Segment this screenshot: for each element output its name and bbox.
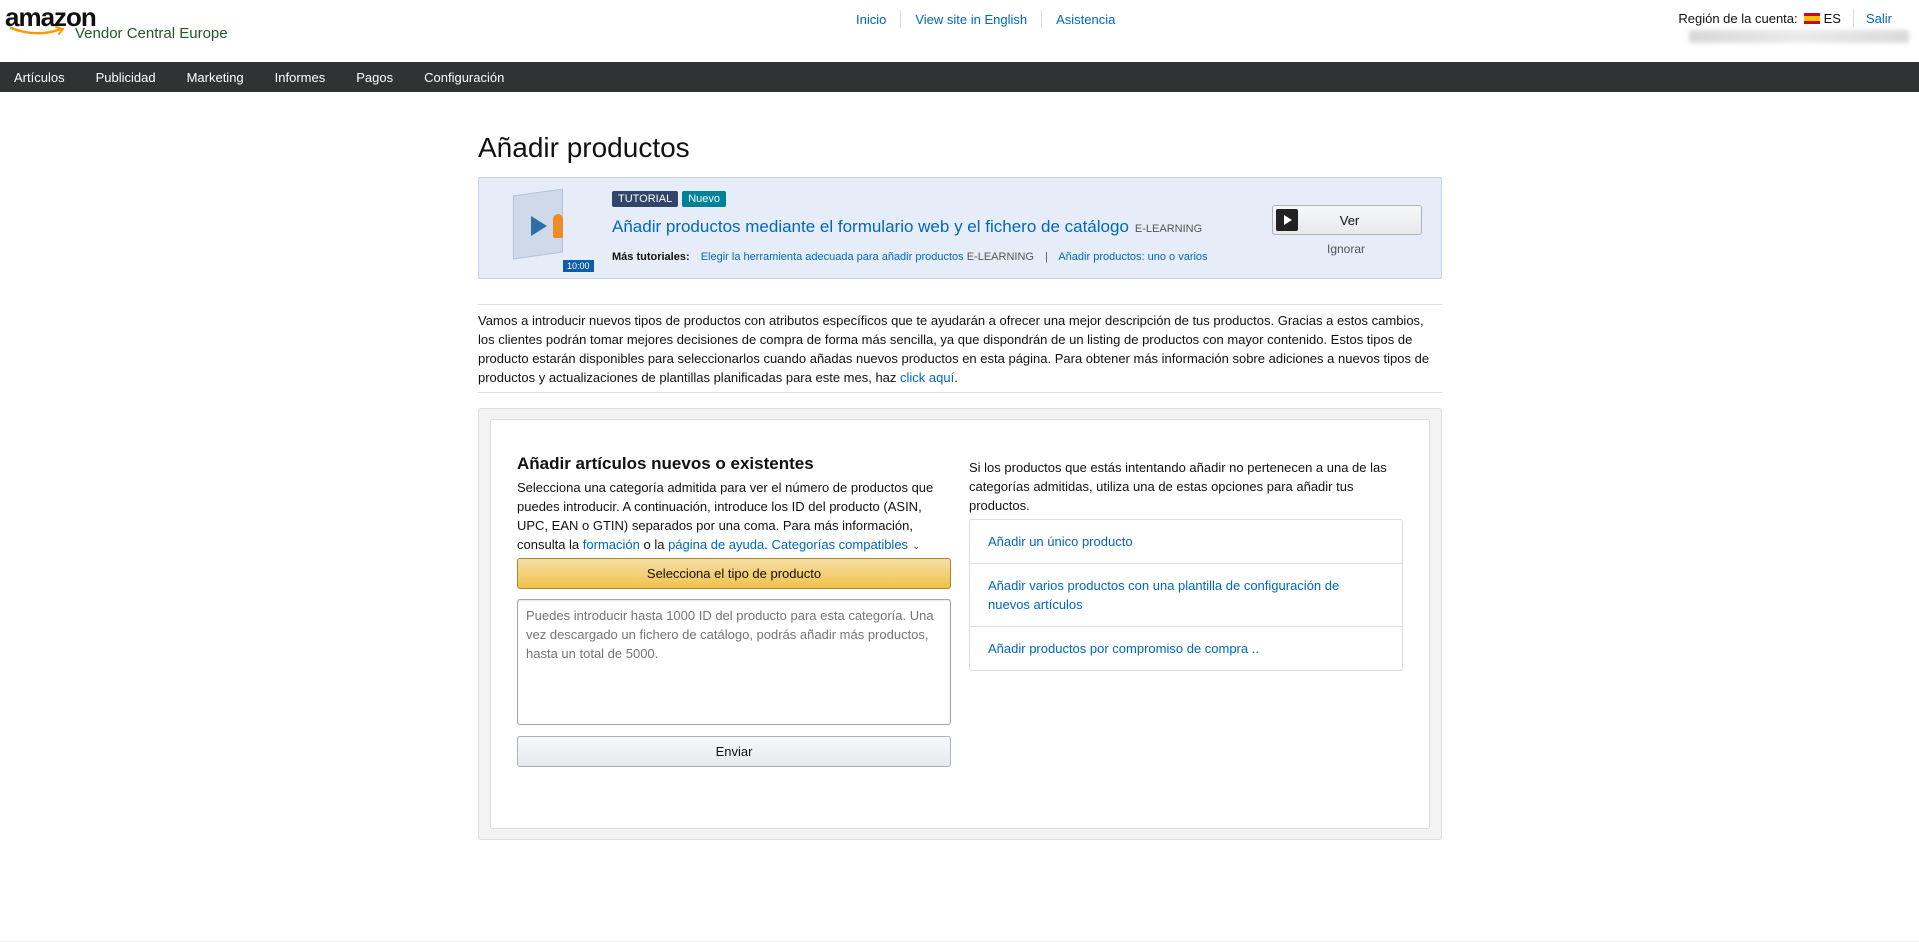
spain-flag-icon: [1803, 12, 1820, 24]
divider: [478, 392, 1442, 393]
add-products-card: Añadir artículos nuevos o existentes Sel…: [490, 419, 1430, 829]
add-items-heading: Añadir artículos nuevos o existentes: [517, 454, 814, 473]
video-duration: 10:00: [563, 260, 594, 272]
help-link[interactable]: Asistencia: [1042, 12, 1129, 27]
help-page-link[interactable]: página de ayuda: [668, 537, 764, 552]
divider: [478, 304, 1442, 305]
intro-text: Vamos a introducir nuevos tipos de produ…: [478, 311, 1442, 387]
tutorial-banner: 10:00 TUTORIAL Nuevo Añadir productos me…: [478, 177, 1442, 279]
training-link[interactable]: formación: [583, 537, 640, 552]
period-text: .: [764, 537, 768, 552]
amazon-smile-icon: [9, 26, 65, 35]
amazon-vendor-central-logo[interactable]: amazon Vendor Central Europe: [5, 4, 228, 42]
nav-item-reports[interactable]: Informes: [275, 70, 326, 85]
more-tutorial-link-tool[interactable]: Elegir la herramienta adecuada para añad…: [701, 251, 964, 263]
add-products-panel: Añadir artículos nuevos o existentes Sel…: [478, 408, 1442, 840]
divider: [1852, 9, 1854, 27]
tutorial-badges: TUTORIAL Nuevo: [612, 191, 726, 207]
connector-text: o la: [643, 537, 665, 552]
play-icon: [1276, 209, 1298, 231]
click-here-link[interactable]: click aquí: [900, 370, 954, 385]
divider: |: [1045, 251, 1048, 263]
chevron-down-icon: ⌄: [912, 541, 921, 552]
nav-item-articles[interactable]: Artículos: [14, 70, 65, 85]
tutorial-thumbnail[interactable]: 10:00: [507, 188, 595, 272]
nav-item-marketing[interactable]: Marketing: [187, 70, 244, 85]
person-illustration: [553, 214, 563, 238]
select-product-type-button[interactable]: Selecciona el tipo de producto: [517, 558, 951, 589]
more-tutorials: Más tutoriales: Elegir la herramienta ad…: [612, 251, 1208, 263]
ignore-link[interactable]: Ignorar: [1327, 242, 1365, 256]
nav-item-advertising[interactable]: Publicidad: [96, 70, 156, 85]
play-icon: [531, 216, 547, 236]
watch-button-label: Ver: [1339, 212, 1360, 228]
alternative-options-section: Si los productos que estás intentando añ…: [969, 458, 1403, 671]
option-single-product[interactable]: Añadir un único producto: [970, 520, 1402, 564]
intro-end: .: [954, 370, 958, 385]
more-tutorial-link-one-or-many[interactable]: Añadir productos: uno o varios: [1058, 251, 1207, 263]
region-selector[interactable]: ES: [1824, 11, 1841, 26]
region-label: Región de la cuenta:: [1678, 10, 1798, 26]
account-area: Región de la cuenta: ES Salir: [1678, 9, 1892, 27]
alternatives-description: Si los productos que estás intentando añ…: [969, 460, 1387, 513]
nav-item-payments[interactable]: Pagos: [356, 70, 393, 85]
main-nav: Artículos Publicidad Marketing Informes …: [0, 62, 1919, 92]
home-link[interactable]: Inicio: [846, 12, 900, 27]
compatible-categories-label: Categorías compatibles: [771, 537, 909, 552]
add-items-section: Añadir artículos nuevos o existentes Sel…: [517, 454, 951, 767]
brand-subtitle: Vendor Central Europe: [75, 25, 228, 42]
logout-link[interactable]: Salir: [1866, 11, 1892, 26]
alternative-options-list: Añadir un único producto Añadir varios p…: [969, 519, 1403, 671]
new-badge: Nuevo: [682, 191, 726, 207]
add-items-description: Selecciona una categoría admitida para v…: [517, 478, 951, 556]
more-tutorials-label: Más tutoriales:: [612, 251, 690, 263]
option-purchase-commitment[interactable]: Añadir productos por compromiso de compr…: [970, 627, 1402, 670]
submit-button[interactable]: Enviar: [517, 736, 951, 767]
tutorial-badge: TUTORIAL: [612, 191, 679, 207]
account-name-redacted: [1689, 30, 1909, 43]
page-title: Añadir productos: [478, 132, 690, 163]
tutorial-title-link[interactable]: Añadir productos mediante el formulario …: [612, 217, 1129, 236]
tutorial-title-row: Añadir productos mediante el formulario …: [612, 217, 1202, 237]
nav-item-settings[interactable]: Configuración: [424, 70, 504, 85]
option-template-upload[interactable]: Añadir varios productos con una plantill…: [970, 564, 1402, 627]
elearning-tag: E-LEARNING: [966, 251, 1034, 263]
product-ids-input[interactable]: [517, 599, 951, 725]
elearning-tag: E-LEARNING: [1134, 223, 1203, 235]
header: amazon Vendor Central Europe Inicio View…: [0, 0, 1919, 62]
compatible-categories-link[interactable]: Categorías compatibles ⌄: [771, 537, 920, 552]
watch-button[interactable]: Ver: [1272, 205, 1422, 235]
english-site-link[interactable]: View site in English: [901, 12, 1041, 27]
top-links: Inicio View site in English Asistencia: [846, 10, 1129, 28]
